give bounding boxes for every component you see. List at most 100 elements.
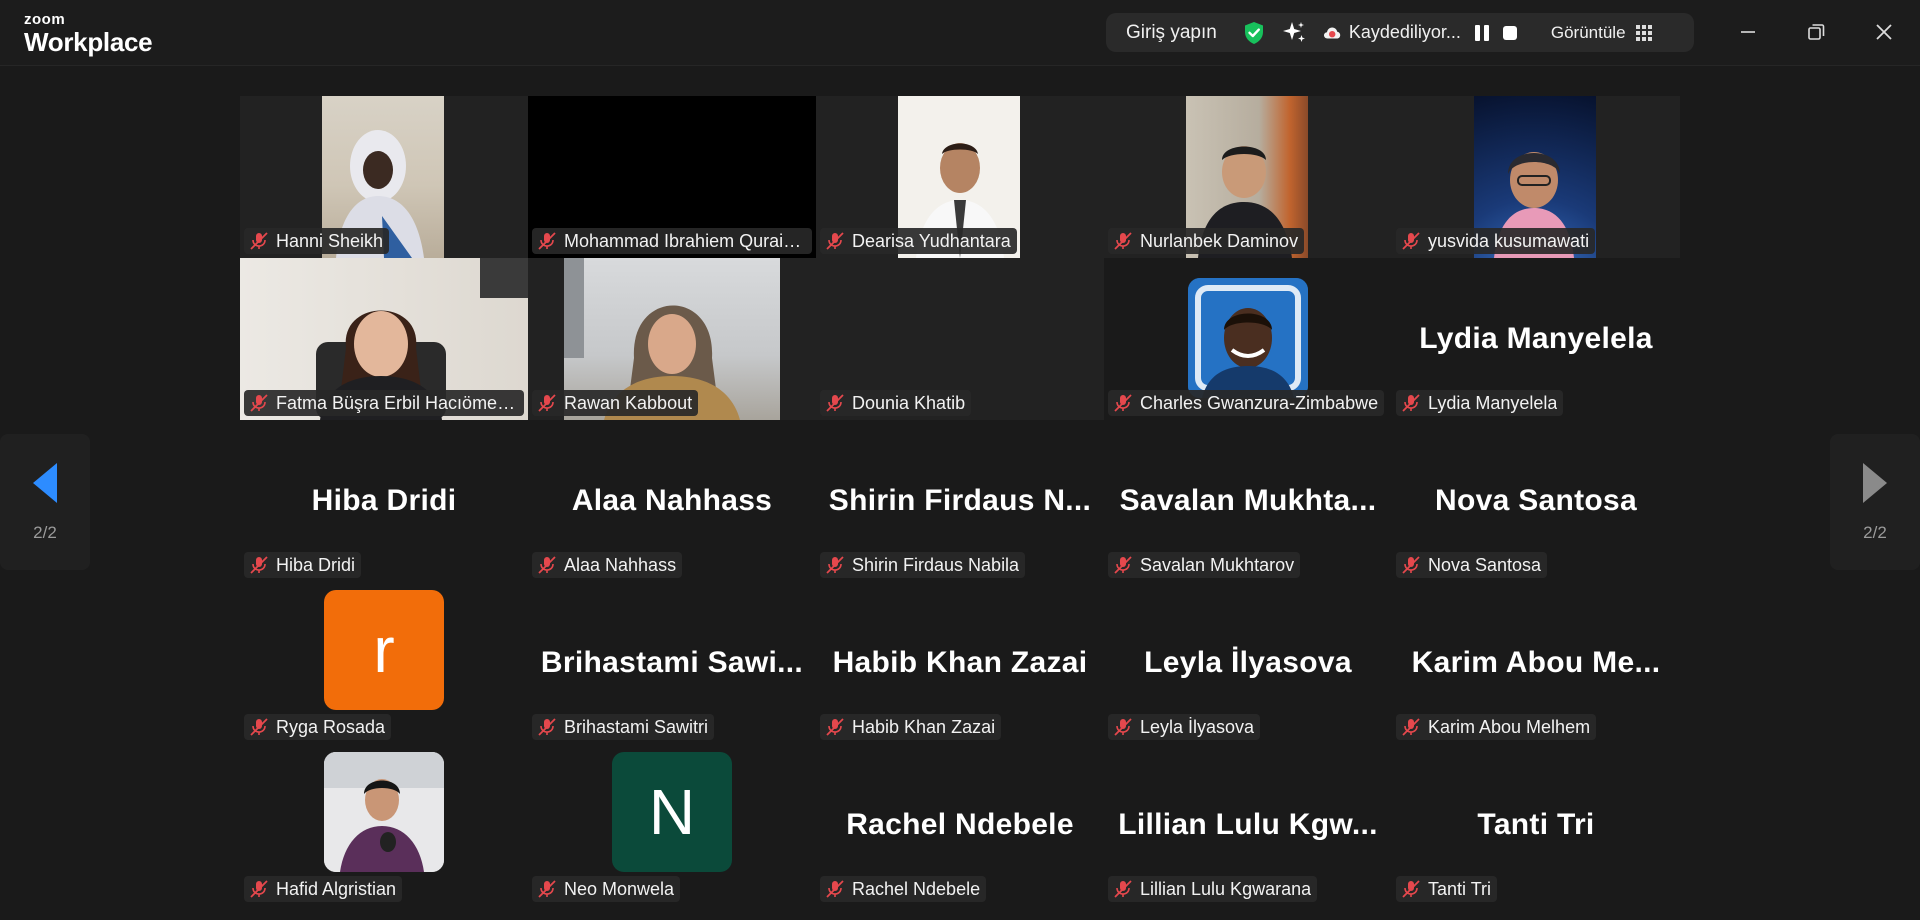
participant-tile[interactable]: Lydia Manyelela Lydia Manyelela [1392, 258, 1680, 420]
title-bar: zoom Workplace Giriş yapın Kaydediliyor.… [0, 0, 1920, 66]
participant-tile[interactable]: Rawan Kabbout [528, 258, 816, 420]
participant-tile[interactable]: Shirin Firdaus N... Shirin Firdaus Nabil… [816, 420, 1104, 582]
muted-mic-icon [250, 718, 268, 736]
participant-tile[interactable]: Hafid Algristian [240, 744, 528, 906]
participant-avatar [324, 752, 444, 872]
muted-mic-icon [250, 556, 268, 574]
name-tag: Lillian Lulu Kgwarana [1108, 876, 1318, 902]
participant-avatar: r [324, 590, 444, 710]
page-indicator-right: 2/2 [1863, 523, 1887, 542]
participant-tile[interactable]: r Ryga Rosada [240, 582, 528, 744]
muted-mic-icon [826, 232, 844, 250]
stop-recording-button[interactable] [1502, 25, 1517, 40]
name-tag: Neo Monwela [532, 876, 681, 902]
participant-name: Shirin Firdaus Nabila [852, 554, 1020, 575]
restore-icon [1808, 24, 1825, 40]
participant-name: Alaa Nahhass [564, 554, 677, 575]
muted-mic-icon [1402, 394, 1420, 412]
view-button[interactable]: Görüntüle [1551, 23, 1626, 43]
muted-mic-icon [826, 718, 844, 736]
restore-button[interactable] [1796, 14, 1836, 50]
participant-tile[interactable]: Karim Abou Me... Karim Abou Melhem [1392, 582, 1680, 744]
participant-name: Hafid Algristian [276, 878, 397, 899]
logo-big-text: Workplace [24, 27, 153, 57]
participant-tile[interactable]: Dearisa Yudhantara [816, 96, 1104, 258]
participant-tile[interactable]: Habib Khan Zazai Habib Khan Zazai [816, 582, 1104, 744]
participant-tile[interactable]: Hanni Sheikh [240, 96, 528, 258]
muted-mic-icon [1402, 718, 1420, 736]
participant-name: Rawan Kabbout [564, 392, 693, 413]
logo-small-text: zoom [24, 11, 66, 28]
participant-name: Neo Monwela [564, 878, 675, 899]
participant-tile[interactable]: Leyla İlyasova Leyla İlyasova [1104, 582, 1392, 744]
ai-companion-sparkle-icon[interactable] [1281, 20, 1307, 46]
profile-photo [324, 752, 444, 872]
left-arrow-icon [33, 463, 57, 503]
name-tag: Nurlanbek Daminov [1108, 228, 1305, 254]
participant-name: Mohammad Ibrahiem Quraishi [564, 230, 806, 251]
next-page-button[interactable]: 2/2 [1830, 434, 1920, 570]
name-tag: Hafid Algristian [244, 876, 403, 902]
muted-mic-icon [826, 556, 844, 574]
participant-name: Fatma Büşra Erbil Hacıömeroğlu [276, 392, 518, 413]
participant-avatar [1188, 278, 1308, 398]
pause-recording-button[interactable] [1474, 24, 1491, 42]
name-tag: Dearisa Yudhantara [820, 228, 1017, 254]
participant-tile[interactable]: yusvida kusumawati [1392, 96, 1680, 258]
name-tag: Charles Gwanzura-Zimbabwe [1108, 390, 1385, 416]
muted-mic-icon [538, 232, 556, 250]
participant-tile[interactable]: Charles Gwanzura-Zimbabwe [1104, 258, 1392, 420]
muted-mic-icon [1402, 556, 1420, 574]
name-tag: Alaa Nahhass [532, 552, 683, 578]
muted-mic-icon [538, 880, 556, 898]
muted-mic-icon [1114, 232, 1132, 250]
muted-mic-icon [538, 556, 556, 574]
recording-status[interactable]: Kaydediliyor... [1349, 22, 1461, 43]
name-tag: Hanni Sheikh [244, 228, 390, 254]
participant-tile[interactable]: Lillian Lulu Kgw... Lillian Lulu Kgwaran… [1104, 744, 1392, 906]
previous-page-button[interactable]: 2/2 [0, 434, 90, 570]
participant-name: Dearisa Yudhantara [852, 230, 1011, 251]
muted-mic-icon [1402, 232, 1420, 250]
muted-mic-icon [1114, 880, 1132, 898]
participant-tile[interactable]: Nova Santosa Nova Santosa [1392, 420, 1680, 582]
shield-check-icon[interactable] [1243, 21, 1265, 45]
participant-name: Leyla İlyasova [1140, 716, 1255, 737]
muted-mic-icon [1114, 718, 1132, 736]
participant-name: Lydia Manyelela [1428, 392, 1558, 413]
participant-tile[interactable]: Mohammad Ibrahiem Quraishi [528, 96, 816, 258]
sign-in-link[interactable]: Giriş yapın [1126, 22, 1217, 44]
participant-tile[interactable]: Rachel Ndebele Rachel Ndebele [816, 744, 1104, 906]
name-tag: Habib Khan Zazai [820, 714, 1002, 740]
participant-tile[interactable]: Savalan Mukhta... Savalan Mukhtarov [1104, 420, 1392, 582]
close-button[interactable] [1864, 14, 1904, 50]
participant-tile[interactable]: Fatma Büşra Erbil Hacıömeroğlu [240, 258, 528, 420]
participant-tile[interactable]: Hiba Dridi Hiba Dridi [240, 420, 528, 582]
participant-tile[interactable]: N Neo Monwela [528, 744, 816, 906]
muted-mic-icon [538, 394, 556, 412]
participant-name: Habib Khan Zazai [852, 716, 996, 737]
name-tag: Fatma Büşra Erbil Hacıömeroğlu [244, 390, 524, 416]
participant-tile[interactable]: Nurlanbek Daminov [1104, 96, 1392, 258]
name-tag: Ryga Rosada [244, 714, 392, 740]
participant-tile[interactable]: Brihastami Sawi... Brihastami Sawitri [528, 582, 816, 744]
minimize-icon [1741, 31, 1755, 33]
minimize-button[interactable] [1728, 14, 1768, 50]
name-tag: Shirin Firdaus Nabila [820, 552, 1026, 578]
participant-tile[interactable]: Alaa Nahhass Alaa Nahhass [528, 420, 816, 582]
close-icon [1876, 24, 1892, 40]
muted-mic-icon [250, 880, 268, 898]
zoom-logo: zoom Workplace [24, 11, 153, 57]
participant-avatar: N [612, 752, 732, 872]
participant-tile[interactable]: Tanti Tri Tanti Tri [1392, 744, 1680, 906]
participant-tile[interactable]: Dounia Khatib [816, 258, 1104, 420]
grid-view-icon[interactable] [1635, 24, 1652, 41]
participant-name: Charles Gwanzura-Zimbabwe [1140, 392, 1379, 413]
participant-name: Ryga Rosada [276, 716, 386, 737]
name-tag: yusvida kusumawati [1396, 228, 1596, 254]
participant-name: Tanti Tri [1428, 878, 1492, 899]
muted-mic-icon [826, 880, 844, 898]
name-tag: Tanti Tri [1396, 876, 1498, 902]
page-indicator-left: 2/2 [33, 523, 57, 542]
name-tag: Mohammad Ibrahiem Quraishi [532, 228, 812, 254]
